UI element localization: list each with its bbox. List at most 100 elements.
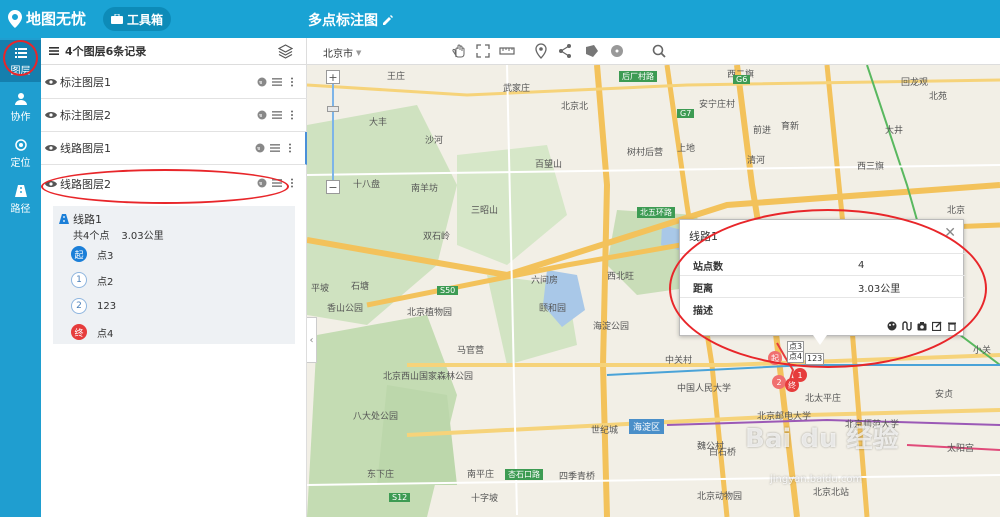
map-label: 石塘 bbox=[351, 282, 370, 292]
more-vertical-icon[interactable] bbox=[287, 110, 297, 120]
circle-tool[interactable] bbox=[609, 43, 625, 59]
map-label: 海淀公园 bbox=[593, 322, 630, 332]
route-end-marker[interactable]: 终 bbox=[785, 378, 799, 392]
zoom-handle[interactable] bbox=[327, 106, 339, 112]
search-tool[interactable] bbox=[651, 43, 667, 59]
map-label: 北京北站 bbox=[813, 488, 850, 498]
zoom-in-button[interactable]: + bbox=[326, 70, 340, 84]
fullscreen-tool[interactable] bbox=[475, 43, 491, 59]
route-stop[interactable]: 起 点3 bbox=[71, 246, 113, 262]
layer-name: 标注图层1 bbox=[60, 76, 111, 89]
map-label: 清河 bbox=[747, 156, 766, 166]
map-label: 北五环路 bbox=[637, 207, 675, 218]
nav-route-label: 路径 bbox=[10, 203, 31, 215]
top-bar: 地图无忧 工具箱 多点标注图 bbox=[0, 0, 1000, 38]
map-label: 武家庄 bbox=[503, 84, 531, 94]
city-name: 北京市 bbox=[323, 49, 353, 60]
more-vertical-icon[interactable] bbox=[287, 77, 297, 87]
map-label: 后厂村路 bbox=[619, 71, 657, 82]
annotation-ellipse bbox=[669, 209, 987, 368]
watermark-url: jingyan.baidu.com bbox=[770, 474, 863, 485]
map-label: 八大处公园 bbox=[353, 412, 399, 422]
waypoint-badge: 2 bbox=[71, 298, 87, 314]
map-label: 上地 bbox=[677, 144, 696, 154]
route-stop[interactable]: 2 123 bbox=[71, 298, 116, 314]
map-label: 北京北 bbox=[561, 102, 589, 112]
map-label: 回龙观 bbox=[901, 78, 929, 88]
panel-collapse-tab[interactable]: ‹ bbox=[307, 317, 317, 363]
map-label: 十字坡 bbox=[471, 494, 499, 504]
toolbox-label: 工具箱 bbox=[126, 12, 163, 27]
globe-icon[interactable] bbox=[257, 77, 267, 87]
list-icon[interactable] bbox=[272, 77, 282, 87]
nav-route[interactable]: 路径 bbox=[0, 178, 41, 220]
map-label: 前进 bbox=[753, 126, 772, 136]
layer-row[interactable]: 标注图层2 bbox=[41, 99, 307, 132]
map-label: 西北旺 bbox=[607, 272, 635, 282]
layer-row[interactable]: 标注图层1 bbox=[41, 66, 307, 99]
map-label: 小关 bbox=[973, 346, 992, 356]
more-vertical-icon[interactable] bbox=[285, 143, 295, 153]
ruler-tool[interactable] bbox=[499, 43, 515, 59]
circle-icon bbox=[611, 45, 623, 57]
map-pin-icon bbox=[535, 43, 547, 59]
left-nav: 图层 协作 定位 路径 bbox=[0, 38, 41, 517]
stop-name: 点3 bbox=[97, 250, 114, 262]
chevron-left-icon: ‹ bbox=[309, 334, 314, 346]
map-label: 香山公园 bbox=[327, 304, 364, 314]
stop-name: 123 bbox=[97, 300, 117, 312]
stop-name: 点4 bbox=[97, 328, 114, 340]
nav-collab-label: 协作 bbox=[10, 111, 31, 123]
ruler-icon bbox=[499, 47, 515, 55]
route-stop[interactable]: 终 点4 bbox=[71, 324, 113, 340]
nav-locate[interactable]: 定位 bbox=[0, 132, 41, 174]
map-pin-icon bbox=[8, 9, 22, 28]
eye-icon[interactable] bbox=[45, 111, 57, 119]
zoom-track[interactable] bbox=[332, 84, 334, 182]
nav-collab[interactable]: 协作 bbox=[0, 86, 41, 128]
globe-icon[interactable] bbox=[255, 143, 265, 153]
marker-tool[interactable] bbox=[533, 43, 549, 59]
map-label: 南平庄 bbox=[467, 470, 495, 480]
route-title[interactable]: 线路1 bbox=[59, 211, 102, 227]
doc-title-text: 多点标注图 bbox=[308, 13, 378, 29]
pan-tool[interactable] bbox=[451, 43, 467, 59]
toolbox-button[interactable]: 工具箱 bbox=[103, 7, 171, 31]
target-icon bbox=[14, 138, 27, 151]
map-label: G7 bbox=[677, 109, 695, 118]
eye-icon[interactable] bbox=[45, 144, 57, 152]
globe-icon[interactable] bbox=[257, 110, 267, 120]
list-icon[interactable] bbox=[270, 143, 280, 153]
map-label: 十八盘 bbox=[353, 180, 381, 190]
route-stop[interactable]: 1 点2 bbox=[71, 272, 113, 288]
map-label: 北太平庄 bbox=[805, 394, 842, 404]
people-icon bbox=[14, 92, 27, 105]
route-waypoint-marker[interactable]: 2 bbox=[772, 375, 786, 389]
map-label: 安贞 bbox=[935, 390, 954, 400]
zoom-out-button[interactable]: − bbox=[326, 180, 340, 194]
brand[interactable]: 地图无忧 bbox=[8, 8, 86, 29]
route-icon bbox=[59, 214, 69, 224]
layer-row[interactable]: 线路图层1 bbox=[41, 132, 307, 165]
layer-name: 线路图层1 bbox=[60, 142, 111, 155]
city-select[interactable]: 北京市 ▼ bbox=[323, 45, 361, 61]
panel-header: 4个图层6条记录 bbox=[41, 38, 307, 65]
hand-icon bbox=[452, 44, 465, 58]
map-label: 树村后营 bbox=[627, 148, 664, 158]
route-points: 共4个点 bbox=[73, 231, 110, 242]
zoom-control: + − bbox=[326, 70, 340, 196]
map-label: 大丰 bbox=[369, 118, 388, 128]
start-badge: 起 bbox=[71, 246, 87, 262]
eye-icon[interactable] bbox=[45, 78, 57, 86]
list-icon[interactable] bbox=[272, 110, 282, 120]
map-label: 南羊坊 bbox=[411, 184, 439, 194]
polyline-tool[interactable] bbox=[557, 43, 573, 59]
doc-title[interactable]: 多点标注图 bbox=[308, 10, 394, 30]
layer-panel: 4个图层6条记录 标注图层1 标注图层2 线路图层1 线路图层2 线路1 共4个… bbox=[41, 38, 307, 517]
map-label: 安宁庄村 bbox=[699, 100, 736, 110]
polygon-tool[interactable] bbox=[583, 43, 599, 59]
layers-stack-icon[interactable] bbox=[278, 44, 293, 59]
map-label: 北京动物园 bbox=[697, 492, 743, 502]
pencil-icon[interactable] bbox=[382, 14, 394, 26]
map-label: 北苑 bbox=[929, 92, 948, 102]
